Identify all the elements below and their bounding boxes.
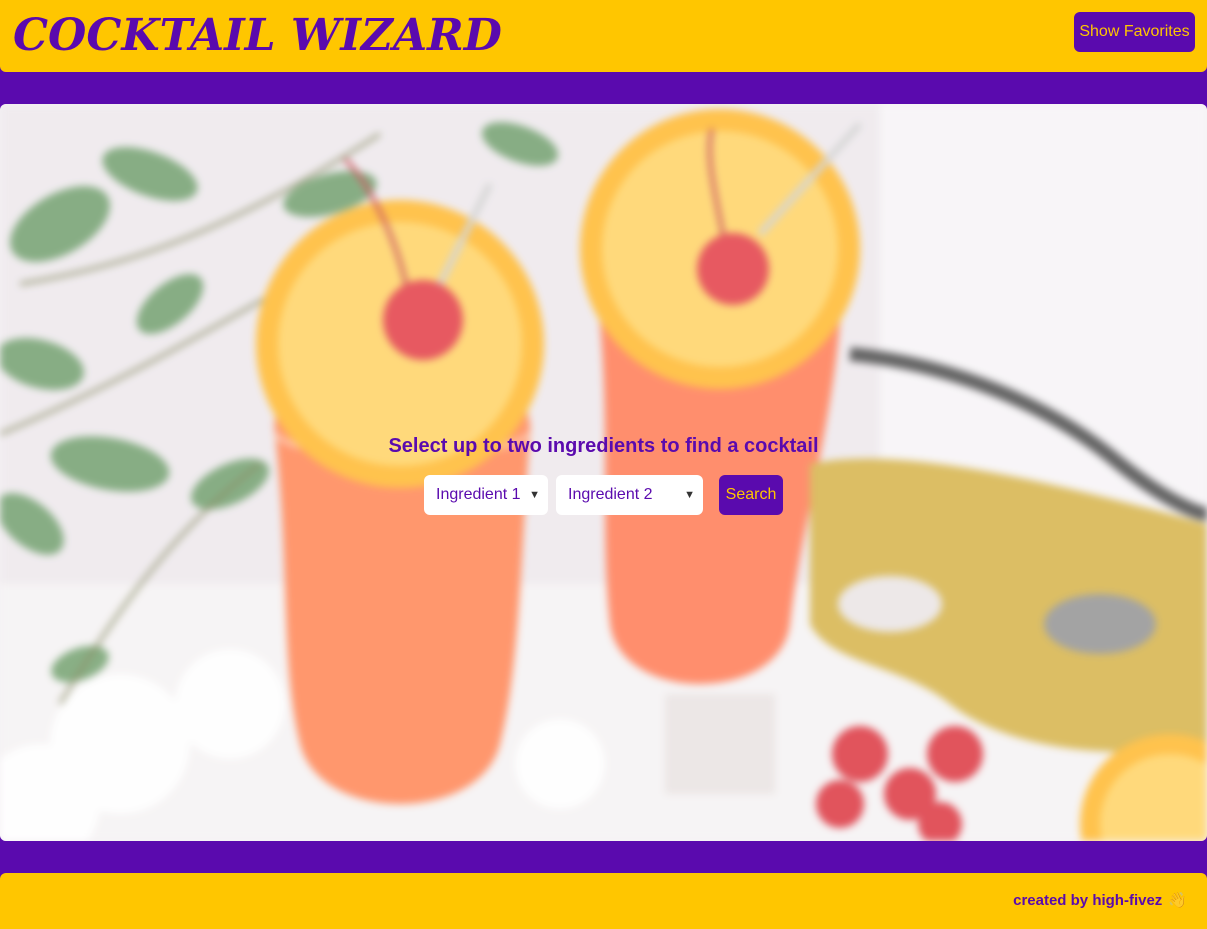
show-favorites-button[interactable]: Show Favorites: [1074, 12, 1195, 52]
app-footer: created by high-fivez 👋: [0, 873, 1207, 929]
ingredient-2-value: Ingredient 2: [568, 486, 653, 503]
credit-text-wrapper: created by high-fivez 👋: [1013, 891, 1187, 911]
ingredient-1-select[interactable]: Ingredient 1 ▼: [424, 475, 548, 515]
waving-hand-icon: 👋: [1168, 892, 1187, 909]
hero-overlay: [0, 104, 1207, 841]
app-title: COCKTAIL WIZARD: [13, 10, 502, 61]
credit-text: created by high-fivez: [1013, 892, 1163, 909]
search-hero: Select up to two ingredients to find a c…: [0, 104, 1207, 841]
chevron-down-icon: ▼: [529, 489, 540, 501]
search-button[interactable]: Search: [719, 475, 783, 515]
ingredient-2-select[interactable]: Ingredient 2 ▼: [556, 475, 703, 515]
ingredient-1-value: Ingredient 1: [436, 486, 521, 503]
app-header: COCKTAIL WIZARD Show Favorites: [0, 0, 1207, 72]
search-prompt: Select up to two ingredients to find a c…: [388, 435, 819, 457]
chevron-down-icon: ▼: [684, 489, 695, 501]
